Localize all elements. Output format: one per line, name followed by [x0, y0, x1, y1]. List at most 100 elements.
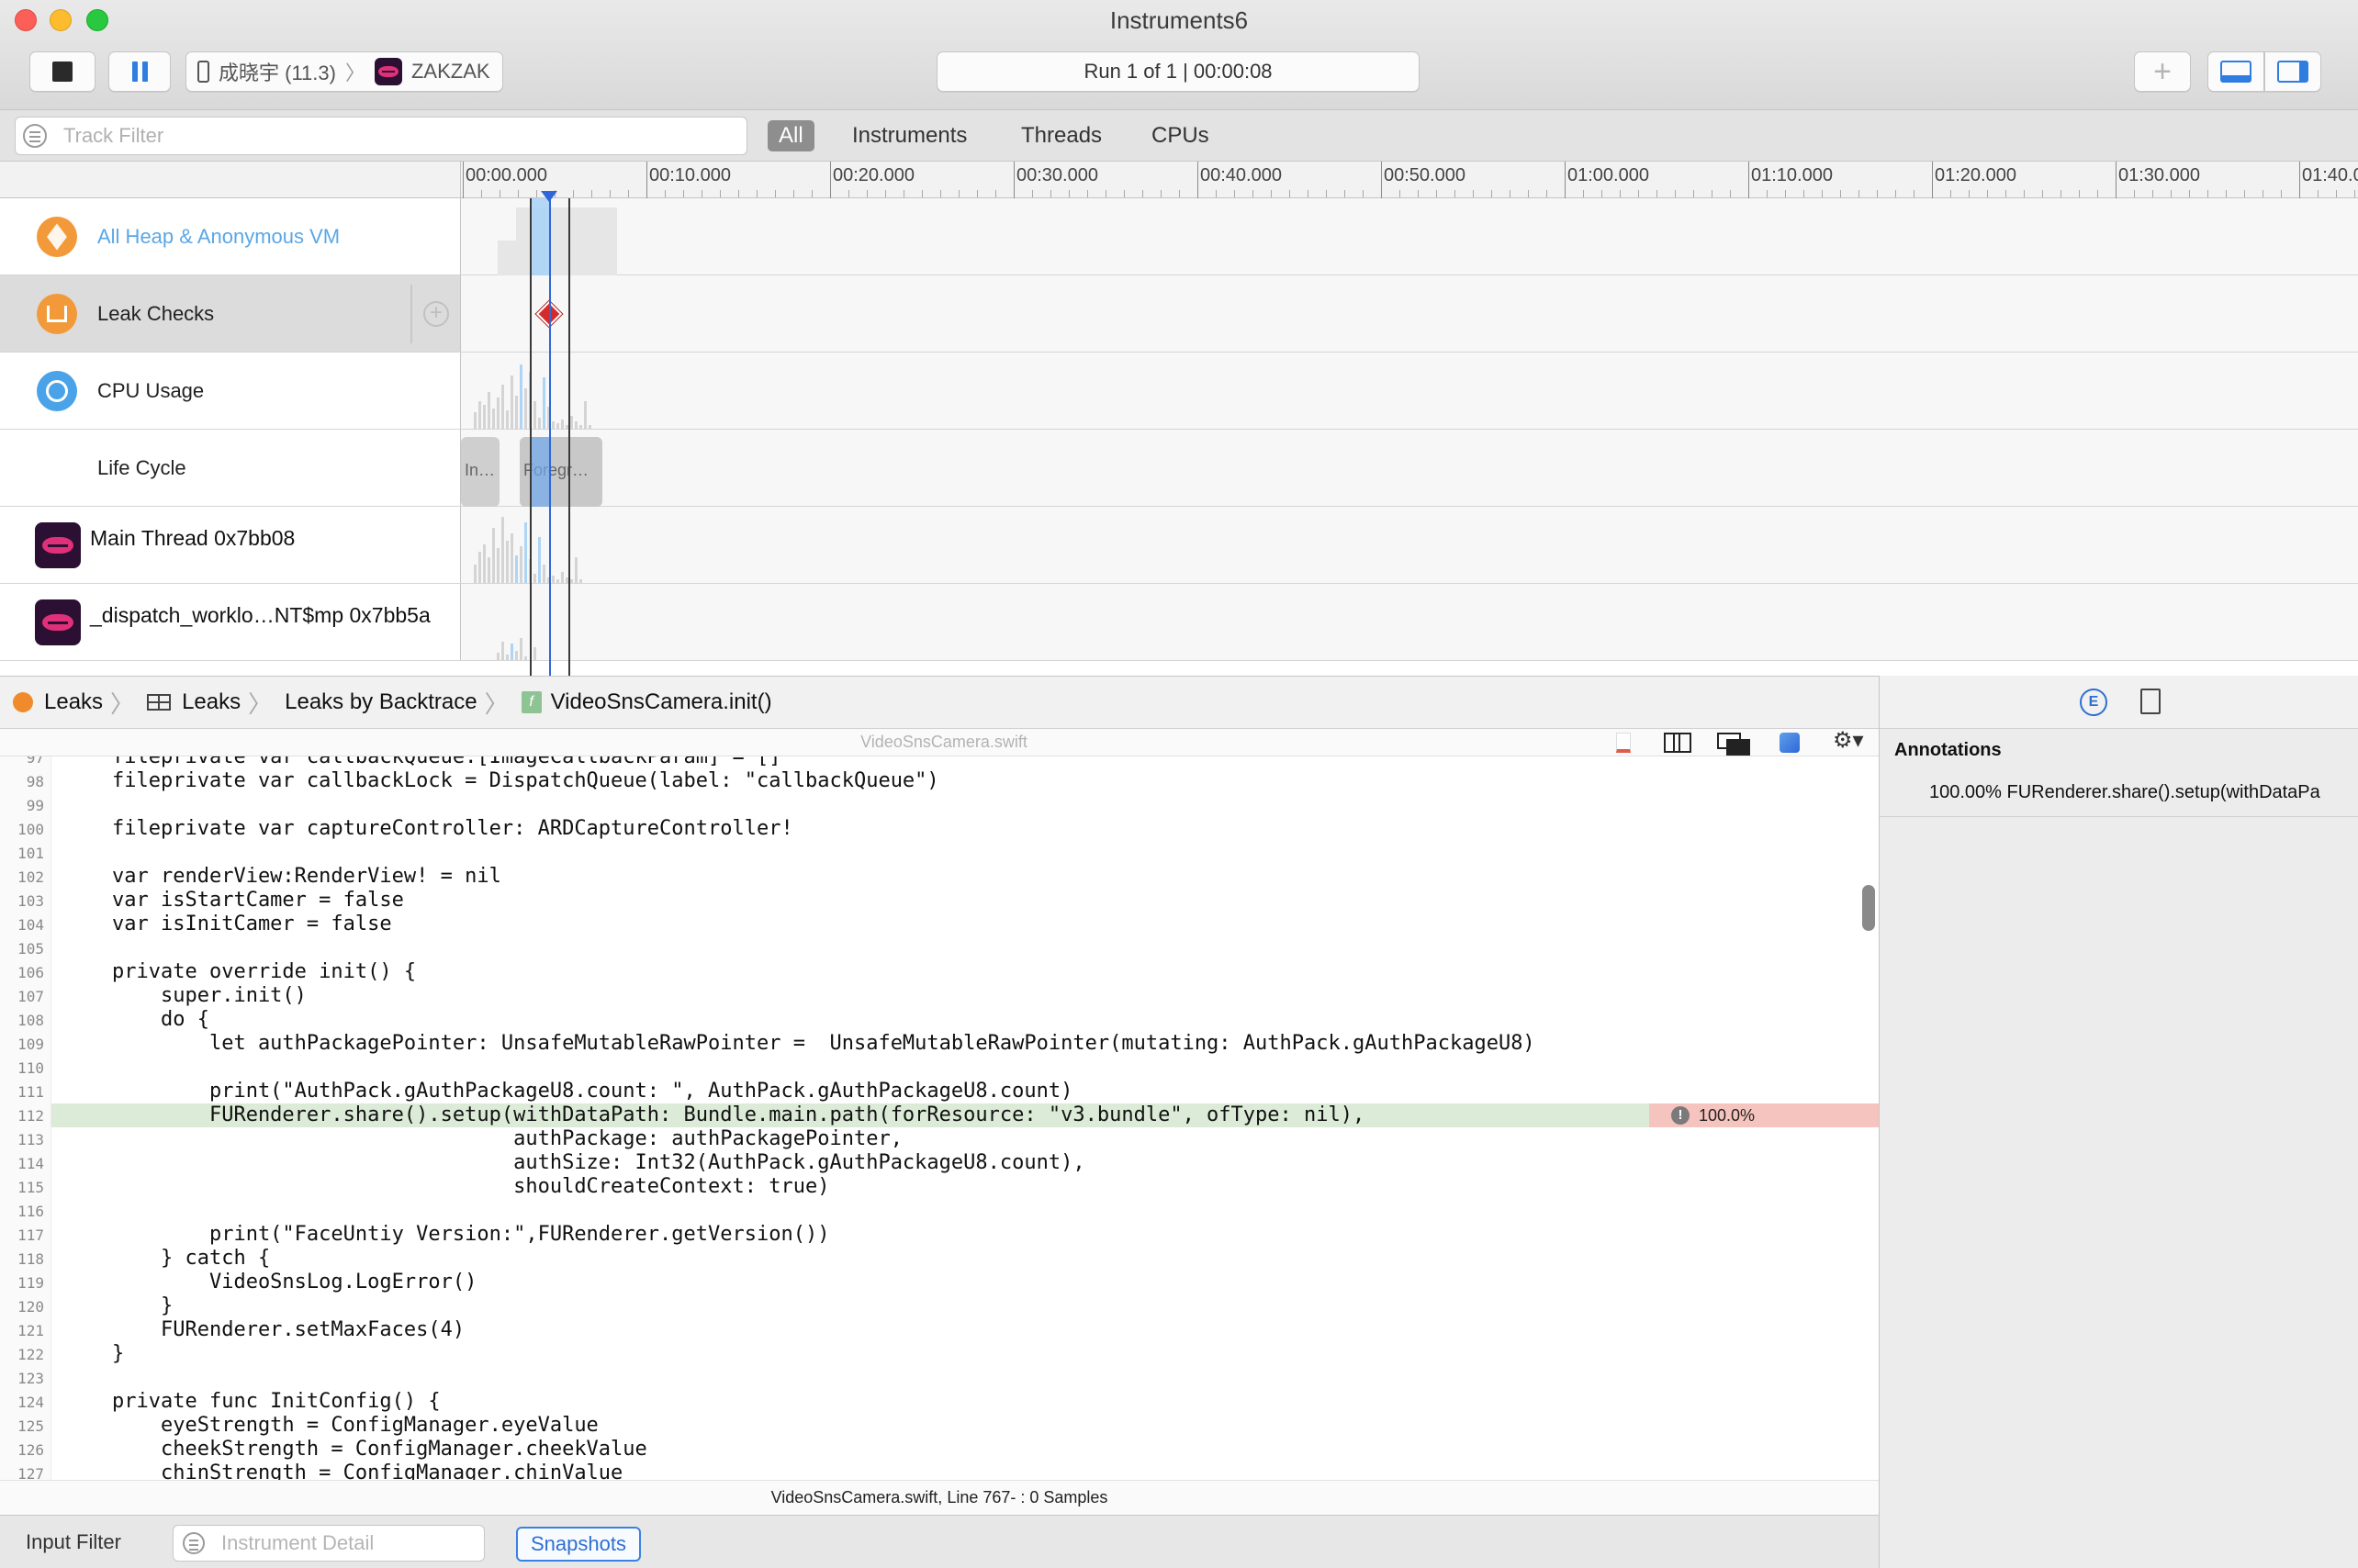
life-cycle-graph[interactable]: In… Foregr… — [461, 430, 2358, 507]
track-heap[interactable]: All Heap & Anonymous VM — [0, 198, 2358, 275]
source-line[interactable]: 115 shouldCreateContext: true) — [0, 1175, 1879, 1199]
source-code-view[interactable]: 97 fileprivate var callbackQueue:[ImageCa… — [0, 756, 1879, 1480]
track-leak-checks[interactable]: Leak Checks + — [0, 275, 2358, 353]
inspection-range-end[interactable] — [568, 198, 570, 676]
add-track-icon[interactable]: + — [423, 301, 449, 327]
lifecycle-segment-inactive[interactable]: In… — [461, 437, 500, 507]
source-line[interactable]: 109 let authPackagePointer: UnsafeMutabl… — [0, 1032, 1879, 1056]
disassembly-view-icon[interactable] — [1717, 733, 1750, 756]
toggle-detail-pane-button[interactable] — [2207, 51, 2264, 92]
breadcrumb-item-leaks-table[interactable]: Leaks 〉 — [134, 686, 272, 720]
source-line[interactable]: 110 — [0, 1056, 1879, 1080]
add-instrument-button[interactable]: + — [2134, 51, 2191, 92]
source-line[interactable]: 119 VideoSnsLog.LogError() — [0, 1271, 1879, 1294]
columns-view-icon[interactable] — [1664, 733, 1691, 753]
source-line[interactable]: 122} — [0, 1342, 1879, 1366]
instrument-detail-input[interactable] — [221, 1531, 460, 1555]
breadcrumb-item-leaks-instrument[interactable]: Leaks 〉 — [0, 686, 134, 720]
source-line[interactable]: 105 — [0, 936, 1879, 960]
track-header[interactable]: CPU Usage — [0, 353, 461, 429]
annotation-row[interactable]: 100.00% FURenderer.share().setup(withDat… — [1880, 771, 2358, 817]
track-header[interactable]: All Heap & Anonymous VM — [0, 198, 461, 274]
source-line[interactable]: 123 — [0, 1366, 1879, 1390]
track-header[interactable]: Main Thread 0x7bb08 — [0, 507, 461, 583]
scope-threads[interactable]: Threads — [1010, 120, 1113, 151]
source-line[interactable]: 103 var isStartCamer = false — [0, 889, 1879, 913]
instrument-detail-field[interactable] — [173, 1525, 485, 1562]
source-line[interactable]: 99 — [0, 793, 1879, 817]
track-filter-field[interactable] — [15, 117, 747, 155]
right-pane-icon — [2277, 61, 2308, 83]
track-cpu-usage[interactable]: CPU Usage — [0, 353, 2358, 430]
source-line[interactable]: 101 — [0, 841, 1879, 865]
track-life-cycle[interactable]: Life Cycle In… Foregr… — [0, 430, 2358, 507]
source-line[interactable]: 98 fileprivate var callbackLock = Dispatc… — [0, 769, 1879, 793]
track-filter-input[interactable] — [63, 124, 706, 148]
track-header[interactable]: Life Cycle — [0, 430, 461, 506]
source-line[interactable]: 107 super.init() — [0, 984, 1879, 1008]
scope-all[interactable]: All — [768, 120, 814, 151]
source-line[interactable]: 127 chinStrength = ConfigManager.chinVal… — [0, 1462, 1879, 1480]
run-status-display[interactable]: Run 1 of 1 | 00:00:08 — [937, 51, 1420, 92]
scope-cpus[interactable]: CPUs — [1140, 120, 1220, 151]
source-text: } catch { — [112, 1247, 271, 1270]
target-device-selector[interactable]: 成晓宇 (11.3) 〉 ZAKZAK — [185, 51, 503, 92]
pause-recording-button[interactable] — [108, 51, 171, 92]
breadcrumb-item-leaks-by-backtrace[interactable]: Leaks by Backtrace 〉 — [272, 686, 508, 720]
source-line[interactable]: 104 var isInitCamer = false — [0, 913, 1879, 936]
toggle-inspector-pane-button[interactable] — [2264, 51, 2321, 92]
track-header[interactable]: Leak Checks + — [0, 275, 461, 352]
ruler-tick-label: 00:40.000 — [1200, 165, 1282, 185]
source-line[interactable]: 106 private override init() { — [0, 960, 1879, 984]
source-line[interactable]: 116 — [0, 1199, 1879, 1223]
track-header[interactable]: _dispatch_worklo…NT$mp 0x7bb5a — [0, 584, 461, 660]
timeline-ruler[interactable]: 00:00.000 00:10.000 00:20.000 00:30.000 00:4… — [461, 162, 2358, 198]
source-line[interactable]: 108 do { — [0, 1008, 1879, 1032]
source-line[interactable]: 126 cheekStrength = ConfigManager.cheekV… — [0, 1438, 1879, 1462]
document-icon[interactable] — [2140, 689, 2161, 714]
snapshots-button[interactable]: Snapshots — [516, 1527, 641, 1562]
source-line[interactable]: 112 FURenderer.share().setup(withDataPat… — [17, 1103, 1879, 1127]
source-line[interactable]: 117 print("FaceUntiy Version:",FURendere… — [0, 1223, 1879, 1247]
main-thread-graph[interactable] — [461, 507, 2358, 583]
ruler-minor-tick — [1344, 190, 1345, 197]
breadcrumb-item-function[interactable]: f VideoSnsCamera.init() — [509, 689, 772, 715]
ruler-minor-tick — [2097, 190, 2098, 197]
leak-percentage-annotation[interactable]: ! 100.0% — [1649, 1103, 1879, 1127]
app-name: ZAKZAK — [410, 60, 490, 83]
source-line[interactable]: 120 } — [0, 1294, 1879, 1318]
source-line[interactable]: 102 var renderView:RenderView! = nil — [0, 865, 1879, 889]
stop-recording-button[interactable] — [29, 51, 95, 92]
inspection-range-start[interactable] — [530, 198, 532, 676]
track-dispatch-worker[interactable]: _dispatch_worklo…NT$mp 0x7bb5a — [0, 584, 2358, 661]
activity-bar — [506, 541, 509, 583]
open-in-xcode-icon[interactable] — [1780, 733, 1800, 753]
worker-thread-graph[interactable] — [461, 584, 2358, 660]
source-text: var isStartCamer = false — [112, 889, 404, 912]
track-main-thread[interactable]: Main Thread 0x7bb08 — [0, 507, 2358, 584]
cpu-usage-graph[interactable] — [461, 353, 2358, 429]
gear-icon[interactable]: ⚙▾ — [1833, 727, 1873, 753]
ruler-minor-tick — [2207, 190, 2208, 197]
source-line[interactable]: 118 } catch { — [0, 1247, 1879, 1271]
line-number: 115 — [17, 1179, 44, 1196]
leak-checks-graph[interactable] — [461, 275, 2358, 352]
source-line[interactable]: 121 FURenderer.setMaxFaces(4) — [0, 1318, 1879, 1342]
source-line[interactable]: 124 private func InitConfig() { — [0, 1390, 1879, 1414]
source-line[interactable]: 111 print("AuthPack.gAuthPackageU8.count… — [0, 1080, 1879, 1103]
source-line[interactable]: 100 fileprivate var captureController: AR… — [0, 817, 1879, 841]
activity-bar — [478, 401, 481, 429]
activity-bar — [561, 420, 564, 429]
scope-instruments[interactable]: Instruments — [841, 120, 978, 151]
source-line[interactable]: 114 authSize: Int32(AuthPack.gAuthPackag… — [0, 1151, 1879, 1175]
playhead-handle-icon[interactable] — [541, 191, 557, 202]
heap-graph[interactable] — [461, 198, 2358, 275]
playhead-line[interactable] — [549, 198, 551, 676]
source-line[interactable]: 113 authPackage: authPackagePointer, — [0, 1127, 1879, 1151]
input-filter-label[interactable]: Input Filter — [26, 1530, 121, 1554]
file-icon[interactable] — [1616, 733, 1631, 753]
source-line[interactable]: 97 fileprivate var callbackQueue:[ImageCa… — [0, 756, 1879, 769]
extended-detail-icon[interactable]: E — [2080, 689, 2107, 716]
ruler-minor-tick — [1473, 190, 1474, 197]
source-line[interactable]: 125 eyeStrength = ConfigManager.eyeValue — [0, 1414, 1879, 1438]
